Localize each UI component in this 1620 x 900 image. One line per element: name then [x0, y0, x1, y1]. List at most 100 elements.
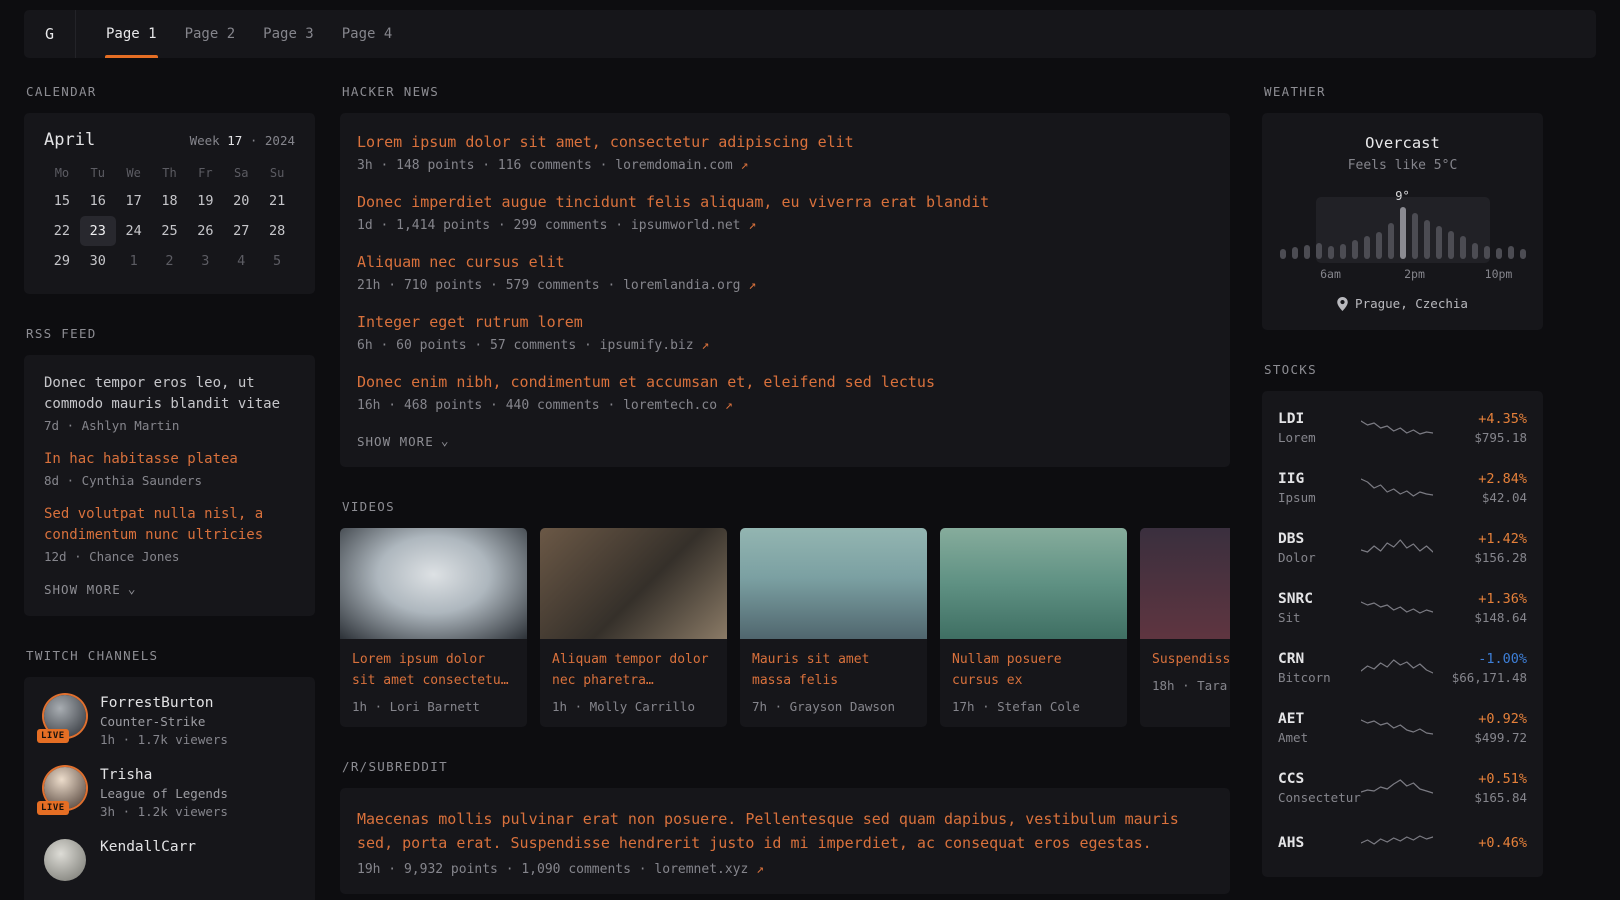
stock-price: $499.72 [1433, 730, 1527, 745]
video-title[interactable]: Suspendisse diam [1140, 639, 1230, 671]
hn-item-title[interactable]: Integer eget rutrum lorem [357, 312, 1213, 333]
video-thumbnail[interactable] [1140, 528, 1230, 639]
stocks-section: STOCKS LDILorem +4.35%$795.18 IIGIpsum +… [1262, 362, 1543, 877]
tab-page-2[interactable]: Page 2 [171, 10, 250, 58]
external-link-icon: ↗ [748, 218, 756, 233]
app-logo: G [24, 10, 76, 58]
stock-row[interactable]: CRNBitcorn -1.00%$66,171.48 [1278, 638, 1527, 698]
video-card[interactable]: Nullam posuere cursus ex 17h · Stefan Co… [940, 528, 1127, 727]
stock-change: +4.35% [1433, 411, 1527, 427]
video-card[interactable]: Mauris sit amet massa felis 7h · Grayson… [740, 528, 927, 727]
rss-item-title[interactable]: Donec tempor eros leo, ut commodo mauris… [44, 373, 295, 415]
hn-item-title[interactable]: Donec enim nibh, condimentum et accumsan… [357, 372, 1213, 393]
video-title[interactable]: Aliquam tempor dolor nec pharetra… [540, 639, 727, 692]
video-thumbnail[interactable] [940, 528, 1127, 639]
stocks-card: LDILorem +4.35%$795.18 IIGIpsum +2.84%$4… [1262, 391, 1543, 877]
calendar-day: 15 [44, 186, 80, 216]
hn-item-meta: 6h · 60 points · 57 comments · ipsumify.… [357, 338, 1213, 353]
stock-change: +1.42% [1433, 531, 1527, 547]
video-title[interactable]: Mauris sit amet massa felis [740, 639, 927, 692]
calendar-day-selected: 23 [80, 216, 116, 246]
hn-item: Lorem ipsum dolor sit amet, consectetur … [357, 132, 1213, 173]
subreddit-section: /R/SUBREDDIT Maecenas mollis pulvinar er… [340, 759, 1230, 894]
hackernews-section: HACKER NEWS Lorem ipsum dolor sit amet, … [340, 84, 1230, 467]
video-thumbnail[interactable] [340, 528, 527, 639]
stock-change: +0.92% [1433, 711, 1527, 727]
stock-sparkline [1361, 655, 1433, 681]
stock-row[interactable]: IIGIpsum +2.84%$42.04 [1278, 458, 1527, 518]
twitch-channel[interactable]: KendallCarr [44, 839, 295, 885]
weather-chart: 9° 6am 2pm 10pm [1280, 189, 1526, 281]
video-meta: 7h · Grayson Dawson [740, 692, 927, 727]
rss-item-title[interactable]: In hac habitasse platea [44, 449, 295, 470]
channel-name[interactable]: ForrestBurton [100, 695, 228, 711]
hn-item-meta: 1d · 1,414 points · 299 comments · ipsum… [357, 218, 1213, 233]
stocks-section-title: STOCKS [1264, 362, 1543, 377]
calendar-day: 27 [223, 216, 259, 246]
channel-avatar-wrap [44, 839, 86, 885]
channel-avatar [44, 839, 86, 881]
hn-item-title[interactable]: Aliquam nec cursus elit [357, 252, 1213, 273]
rss-item-title[interactable]: Sed volutpat nulla nisl, a condimentum n… [44, 504, 295, 546]
video-title[interactable]: Nullam posuere cursus ex [940, 639, 1127, 692]
twitch-channel[interactable]: LIVE Trisha League of Legends 3h · 1.2k … [44, 767, 295, 819]
live-badge: LIVE [37, 729, 69, 743]
tab-page-4[interactable]: Page 4 [328, 10, 407, 58]
stock-change: +2.84% [1433, 471, 1527, 487]
external-link-icon: ↗ [756, 862, 764, 877]
channel-name[interactable]: Trisha [100, 767, 228, 783]
rss-item: In hac habitasse platea 8d · Cynthia Sau… [44, 449, 295, 488]
channel-avatar-wrap: LIVE [44, 695, 86, 741]
rss-section-title: RSS FEED [26, 326, 315, 341]
hn-show-more-button[interactable]: SHOW MORE⌄ [357, 434, 450, 449]
calendar-day: 24 [116, 216, 152, 246]
stock-row[interactable]: LDILorem +4.35%$795.18 [1278, 398, 1527, 458]
video-row: Lorem ipsum dolor sit amet consectetu… 1… [340, 528, 1230, 727]
subreddit-post-title[interactable]: Maecenas mollis pulvinar erat non posuer… [357, 807, 1213, 855]
hn-item-title[interactable]: Lorem ipsum dolor sit amet, consectetur … [357, 132, 1213, 153]
stock-symbol: CCS [1278, 771, 1361, 787]
channel-meta: 3h · 1.2k viewers [100, 804, 228, 819]
calendar-day-next-month: 4 [223, 246, 259, 276]
calendar-day: 21 [259, 186, 295, 216]
rss-item-meta: 7d · Ashlyn Martin [44, 418, 295, 433]
stock-row[interactable]: SNRCSit +1.36%$148.64 [1278, 578, 1527, 638]
stock-symbol: AET [1278, 711, 1361, 727]
video-card[interactable]: Lorem ipsum dolor sit amet consectetu… 1… [340, 528, 527, 727]
stock-row[interactable]: CCSConsectetur +0.51%$165.84 [1278, 758, 1527, 818]
stock-row[interactable]: AET Amet +0.92% $499.72 [1278, 698, 1527, 758]
video-card[interactable]: Suspendisse diam 18h · Tara [1140, 528, 1230, 727]
hn-item: Donec imperdiet augue tincidunt felis al… [357, 192, 1213, 233]
video-meta: 1h · Molly Carrillo [540, 692, 727, 727]
tab-page-1[interactable]: Page 1 [92, 10, 171, 58]
rss-card: Donec tempor eros leo, ut commodo mauris… [24, 355, 315, 616]
chevron-down-icon: ⌄ [128, 582, 137, 597]
calendar-month: April [44, 130, 95, 150]
stock-sparkline [1361, 595, 1433, 621]
rss-section: RSS FEED Donec tempor eros leo, ut commo… [24, 326, 315, 616]
calendar-day-next-month: 5 [259, 246, 295, 276]
calendar-day: 17 [116, 186, 152, 216]
weather-section-title: WEATHER [1264, 84, 1543, 99]
tab-page-3[interactable]: Page 3 [249, 10, 328, 58]
stock-symbol: AHS [1278, 835, 1361, 851]
video-thumbnail[interactable] [740, 528, 927, 639]
external-link-icon: ↗ [741, 158, 749, 173]
stock-symbol: SNRC [1278, 591, 1361, 607]
channel-game: League of Legends [100, 786, 228, 801]
hn-item-title[interactable]: Donec imperdiet augue tincidunt felis al… [357, 192, 1213, 213]
hackernews-section-title: HACKER NEWS [342, 84, 1230, 99]
rss-show-more-button[interactable]: SHOW MORE⌄ [44, 582, 137, 597]
weather-time-label: 6am [1320, 267, 1341, 281]
stock-sparkline [1361, 831, 1433, 857]
stock-row[interactable]: DBSDolor +1.42%$156.28 [1278, 518, 1527, 578]
stock-name: Amet [1278, 730, 1361, 745]
stock-row[interactable]: AHS +0.46% [1278, 818, 1527, 870]
video-title[interactable]: Lorem ipsum dolor sit amet consectetu… [340, 639, 527, 692]
video-card[interactable]: Aliquam tempor dolor nec pharetra… 1h · … [540, 528, 727, 727]
video-thumbnail[interactable] [540, 528, 727, 639]
hn-item: Donec enim nibh, condimentum et accumsan… [357, 372, 1213, 413]
weather-time-label: 10pm [1485, 267, 1513, 281]
channel-name[interactable]: KendallCarr [100, 839, 196, 855]
twitch-channel[interactable]: LIVE ForrestBurton Counter-Strike 1h · 1… [44, 695, 295, 747]
